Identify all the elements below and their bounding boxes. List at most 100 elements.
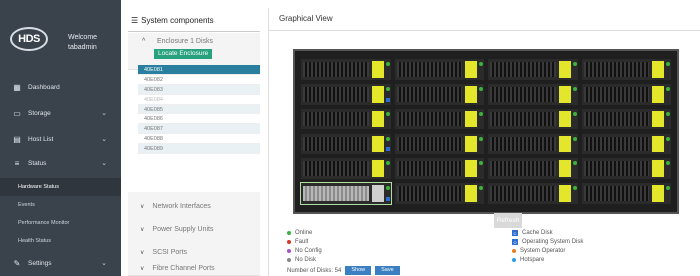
drive-bay[interactable]	[394, 158, 484, 180]
hds-logo: HDS	[10, 27, 48, 51]
drive-latch	[558, 185, 571, 202]
drive-bay[interactable]	[488, 133, 578, 155]
sidebar-item-host-list[interactable]: ▤ Host List ⌄	[0, 126, 121, 152]
drive-bay[interactable]	[301, 59, 391, 80]
status-led-icon	[479, 136, 483, 141]
legend-online: Online	[287, 230, 312, 236]
slot-item[interactable]: 40E085	[138, 104, 260, 115]
sidebar-item-settings[interactable]: ✎ Settings ⌄	[0, 250, 121, 276]
drive-bay[interactable]	[394, 108, 484, 130]
drive-bay[interactable]	[581, 133, 671, 155]
drive-bay[interactable]	[394, 133, 484, 155]
drive-bay[interactable]	[488, 59, 578, 80]
status-led-icon	[666, 111, 670, 116]
legend-label: Fault	[295, 239, 309, 245]
drive-grill	[303, 161, 369, 177]
drive-grill	[396, 136, 462, 152]
sidebar-item-label: Host List	[28, 135, 54, 143]
chevron-down-icon: ⌄	[101, 136, 107, 143]
drive-bay[interactable]	[394, 83, 484, 105]
drive-bay[interactable]	[488, 158, 578, 180]
drive-bay[interactable]	[301, 133, 391, 155]
drive-latch	[652, 61, 664, 78]
drive-bay[interactable]	[301, 83, 391, 105]
drive-latch	[558, 85, 571, 103]
drive-latch	[465, 160, 477, 178]
refresh-button[interactable]: Refresh	[494, 213, 522, 228]
welcome-text: Welcome tabadmin	[68, 33, 97, 53]
sidebar-item-dashboard[interactable]: ▦ Dashboard	[0, 74, 121, 100]
slot-item[interactable]: 40E084	[138, 95, 260, 105]
drive-bay[interactable]	[301, 158, 391, 180]
drive-bay[interactable]	[394, 183, 484, 204]
sidebar-item-storage[interactable]: ▭ Storage ⌄	[0, 100, 121, 126]
slot-item[interactable]: 40E082	[138, 75, 260, 85]
drive-bay[interactable]	[488, 83, 578, 105]
slot-item[interactable]: 40E087	[138, 124, 260, 135]
drive-bay[interactable]	[301, 108, 391, 130]
chevron-down-icon: ∨	[140, 250, 145, 256]
status-led-icon	[666, 186, 670, 191]
save-button[interactable]: Save	[375, 266, 400, 275]
settings-icon: ✎	[13, 258, 21, 268]
disk-type-icon	[385, 97, 390, 102]
legend-no-disk: No Disk	[287, 257, 316, 263]
drive-grill	[490, 62, 556, 77]
drive-bay[interactable]	[581, 158, 671, 180]
drive-grill	[396, 161, 462, 177]
enclosure-label: Enclosure 1 Disks	[157, 38, 214, 45]
subitem-events[interactable]: Events	[0, 196, 121, 214]
drive-bay[interactable]	[581, 83, 671, 105]
subitem-hardware-status[interactable]: Hardware Status	[0, 178, 121, 196]
enclosure-graphic	[293, 49, 679, 214]
fibre-channel-section[interactable]: ∨ Fibre Channel Ports	[128, 261, 260, 276]
fault-dot	[287, 240, 291, 244]
legend-hotspare: Hotspare	[512, 257, 544, 263]
drive-grill	[303, 186, 369, 201]
slot-item[interactable]: 40E086	[138, 114, 260, 125]
section-label: Fibre Channel Ports	[152, 264, 215, 272]
drive-latch	[558, 160, 571, 178]
host-list-icon: ▤	[13, 134, 21, 144]
slot-item[interactable]: 40E081	[138, 65, 260, 75]
slot-item[interactable]: 40E089	[138, 144, 260, 155]
subitem-health-status[interactable]: Health Status	[0, 232, 121, 250]
system-components-panel: ☰ System components ^ Enclosure 1 Disks …	[128, 10, 260, 276]
legend-fault: Fault	[287, 239, 308, 245]
status-led-icon	[385, 161, 390, 166]
section-label: Power Supply Units	[152, 226, 214, 233]
online-dot	[287, 231, 291, 235]
drive-bay-selected[interactable]	[300, 182, 392, 205]
drive-bay[interactable]	[488, 183, 578, 204]
status-led-icon	[385, 111, 390, 116]
drive-bay[interactable]	[581, 108, 671, 130]
subitem-performance-monitor[interactable]: Performance Monitor	[0, 214, 121, 232]
drive-grill	[303, 62, 369, 77]
legend-label: No Config	[295, 248, 322, 254]
sidebar-item-status[interactable]: ≡ Status ⌄	[0, 150, 121, 176]
drive-grill	[583, 136, 649, 152]
drive-bay[interactable]	[581, 59, 671, 80]
drive-grill	[396, 111, 462, 127]
chevron-down-icon: ∨	[140, 227, 145, 233]
drive-bay[interactable]	[488, 108, 578, 130]
legend-label: No Disk	[295, 257, 317, 263]
slot-item[interactable]: 40E088	[138, 134, 260, 145]
drive-latch	[465, 185, 477, 202]
status-led-icon	[572, 136, 577, 141]
drive-grill	[583, 161, 649, 177]
drive-latch	[465, 85, 477, 103]
chevron-down-icon: ∨	[140, 204, 145, 210]
drive-latch	[558, 61, 571, 78]
show-button[interactable]: Show	[345, 266, 372, 275]
sidebar-item-label: Settings	[28, 259, 52, 267]
locate-enclosure-button[interactable]: Locate Enclosure	[154, 49, 213, 59]
drive-bay[interactable]	[581, 183, 671, 204]
status-led-icon	[572, 111, 577, 116]
drive-bay[interactable]	[394, 59, 484, 80]
drive-latch	[652, 110, 664, 128]
drive-grill	[490, 161, 556, 177]
status-led-icon	[479, 86, 483, 91]
legend-cache-disk: C Cache Disk	[512, 230, 553, 236]
slot-item[interactable]: 40E083	[138, 84, 260, 95]
